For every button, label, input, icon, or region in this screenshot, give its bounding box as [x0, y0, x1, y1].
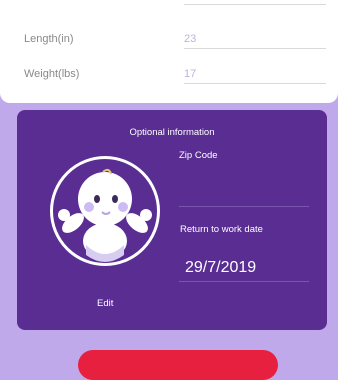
- section-title: Optional information: [129, 127, 215, 138]
- length-input[interactable]: 23: [184, 33, 326, 49]
- return-to-work-label: Return to work date: [180, 224, 263, 235]
- measurements-card: Length(in) 23 Weight(lbs) 17: [0, 0, 338, 103]
- weight-input[interactable]: 17: [184, 68, 326, 84]
- primary-action-button[interactable]: [78, 350, 278, 380]
- baby-icon: [58, 168, 152, 262]
- zip-code-underline: [179, 206, 309, 207]
- weight-label: Weight(lbs): [24, 68, 80, 80]
- edit-avatar-button[interactable]: Edit: [97, 298, 113, 309]
- baby-avatar[interactable]: [50, 156, 160, 266]
- length-label: Length(in): [24, 33, 74, 45]
- optional-information-card: Optional information Edit Zip Code Retur…: [17, 110, 327, 330]
- zip-code-label: Zip Code: [179, 150, 218, 161]
- previous-field-underline: [184, 4, 326, 5]
- return-to-work-date-input[interactable]: 29/7/2019: [185, 259, 256, 277]
- return-date-underline: [179, 281, 309, 282]
